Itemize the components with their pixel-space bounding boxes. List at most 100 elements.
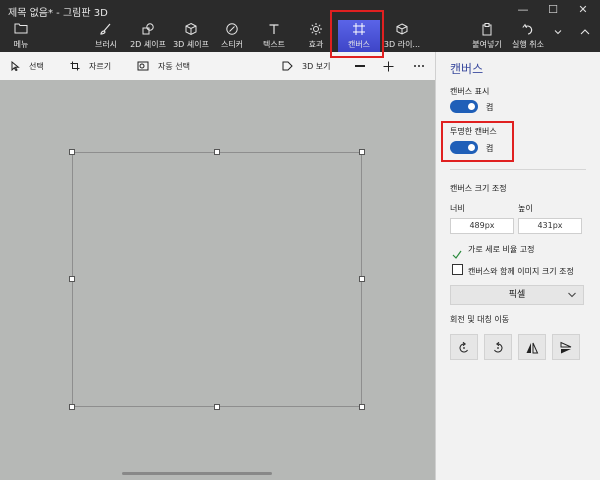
menu-button[interactable]: 메뉴: [6, 20, 36, 52]
rotate-section-label: 회전 및 대칭 이동: [450, 315, 510, 324]
title-bar: 제목 없음* - 그림판 3D — ☐ ✕: [0, 0, 600, 20]
toggle-knob: [468, 144, 475, 151]
tool-3d-library[interactable]: 3D 라이...: [382, 20, 422, 52]
window-title: 제목 없음* - 그림판 3D: [8, 8, 108, 19]
3d-shapes-icon: [170, 22, 212, 38]
sticker-icon: [217, 22, 247, 38]
undo-icon: [510, 22, 546, 38]
tool-canvas[interactable]: 캔버스: [338, 20, 380, 52]
tool-effects[interactable]: 효과: [302, 20, 330, 52]
effects-icon: [302, 22, 330, 38]
rotate-right-button[interactable]: [484, 334, 512, 360]
collapse-ribbon-button[interactable]: [574, 20, 596, 52]
flip-horizontal-button[interactable]: [518, 334, 546, 360]
rotate-left-button[interactable]: [450, 334, 478, 360]
flip-horizontal-icon: [526, 342, 539, 354]
resize-section-label: 캔버스 크기 조정: [450, 184, 507, 193]
tool-text-label: 텍스트: [262, 40, 286, 49]
lock-aspect-label: 가로 세로 비율 고정: [468, 245, 535, 254]
brush-icon: [90, 22, 122, 38]
select-button[interactable]: 선택: [10, 58, 44, 74]
view-3d-icon: [282, 61, 293, 71]
paint3d-window: 제목 없음* - 그림판 3D — ☐ ✕ 메뉴 브러시 2D 셰이프 3D 셰…: [0, 0, 600, 480]
resize-handle-bottom-right[interactable]: [359, 404, 365, 410]
tool-brushes-label: 브러시: [94, 40, 118, 49]
rotate-left-icon: [459, 341, 468, 353]
resize-handle-bottom[interactable]: [214, 404, 220, 410]
more-options-button[interactable]: [413, 58, 434, 74]
horizontal-scrollbar[interactable]: [122, 472, 272, 475]
plus-icon: [383, 61, 394, 71]
view-3d-button[interactable]: 3D 보기: [282, 58, 331, 74]
crop-label: 자르기: [89, 61, 112, 71]
transparent-canvas-label: 투명한 캔버스: [450, 127, 497, 136]
tool-stickers[interactable]: 스티커: [217, 20, 247, 52]
workspace: [0, 80, 435, 480]
tool-2d-shapes-label: 2D 셰이프: [130, 40, 166, 49]
crop-icon: [70, 61, 80, 71]
lock-aspect-checkbox[interactable]: [452, 244, 462, 263]
2d-shapes-icon: [127, 22, 169, 38]
canvas-toolbar: 선택 자르기 자동 선택 3D 보기: [0, 52, 435, 80]
show-canvas-state: 켬: [486, 103, 494, 112]
tool-canvas-label: 캔버스: [347, 40, 371, 49]
toggle-knob: [468, 103, 475, 110]
crop-button[interactable]: 자르기: [70, 58, 111, 74]
close-button[interactable]: ✕: [568, 0, 598, 20]
3d-library-icon: [382, 22, 422, 38]
resize-handle-top[interactable]: [214, 149, 220, 155]
width-label: 너비: [450, 204, 465, 213]
magic-select-button[interactable]: 자동 선택: [137, 58, 190, 74]
transparent-canvas-toggle[interactable]: [450, 141, 478, 154]
transparent-canvas-state: 켬: [486, 144, 494, 153]
height-field[interactable]: 431px: [518, 218, 582, 234]
rotate-right-icon: [494, 341, 503, 353]
more-dropdown-button[interactable]: [550, 20, 566, 52]
cursor-icon: [11, 61, 20, 71]
tool-effects-label: 효과: [308, 40, 324, 49]
resize-handle-top-left[interactable]: [69, 149, 75, 155]
tool-3d-library-label: 3D 라이...: [383, 40, 421, 49]
checkmark-icon: [452, 250, 462, 259]
ellipsis-icon: [414, 65, 424, 67]
view-3d-label: 3D 보기: [302, 61, 331, 71]
resize-handle-right[interactable]: [359, 276, 365, 282]
menu-label: 메뉴: [13, 40, 29, 49]
chevron-down-icon: [550, 28, 566, 44]
paste-label: 붙여넣기: [472, 40, 502, 49]
tool-3d-shapes-label: 3D 셰이프: [173, 40, 209, 49]
select-label: 선택: [29, 61, 44, 71]
flip-vertical-icon: [560, 341, 572, 354]
tool-stickers-label: 스티커: [220, 40, 244, 49]
show-canvas-toggle[interactable]: [450, 100, 478, 113]
paste-button[interactable]: 붙여넣기: [470, 20, 504, 52]
tool-3d-shapes[interactable]: 3D 셰이프: [170, 20, 212, 52]
canvas-icon: [338, 22, 380, 38]
undo-label: 실행 취소: [512, 40, 544, 49]
unit-select-value: 픽셀: [508, 290, 526, 300]
unit-select[interactable]: 픽셀: [450, 285, 584, 305]
section-divider: [450, 169, 586, 170]
maximize-button[interactable]: ☐: [538, 0, 568, 20]
canvas[interactable]: [72, 152, 362, 407]
flip-vertical-button[interactable]: [552, 334, 580, 360]
zoom-out-button[interactable]: [355, 65, 365, 67]
resize-handle-left[interactable]: [69, 276, 75, 282]
chevron-down-icon: [567, 286, 577, 311]
resize-handle-bottom-left[interactable]: [69, 404, 75, 410]
resize-handle-top-right[interactable]: [359, 149, 365, 155]
chevron-up-icon: [574, 28, 596, 44]
zoom-in-button[interactable]: [383, 58, 403, 74]
tool-brushes[interactable]: 브러시: [90, 20, 122, 52]
undo-button[interactable]: 실행 취소: [510, 20, 546, 52]
tool-text[interactable]: 텍스트: [258, 20, 290, 52]
show-canvas-label: 캔버스 표시: [450, 87, 490, 96]
magic-select-icon: [137, 61, 149, 71]
folder-icon: [6, 22, 36, 38]
text-icon: [258, 22, 290, 38]
tool-2d-shapes[interactable]: 2D 셰이프: [127, 20, 169, 52]
minimize-button[interactable]: —: [508, 0, 538, 20]
width-field[interactable]: 489px: [450, 218, 514, 234]
paste-icon: [470, 22, 504, 38]
resize-image-checkbox[interactable]: [452, 264, 463, 275]
